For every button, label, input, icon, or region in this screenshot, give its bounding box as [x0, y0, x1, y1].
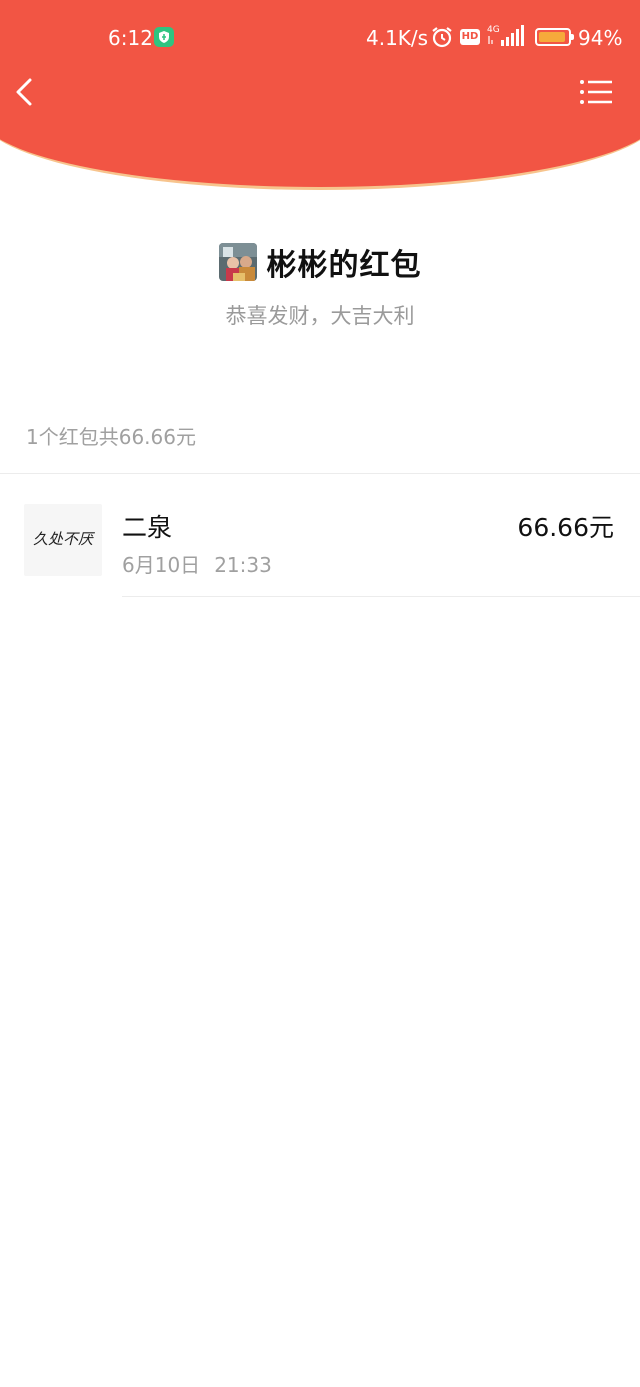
- list-menu-icon: [580, 80, 612, 104]
- back-button[interactable]: [8, 72, 48, 112]
- red-packet-summary: 1个红包共66.66元: [26, 425, 196, 449]
- menu-button[interactable]: [576, 72, 620, 112]
- signal-icon: 4G: [487, 24, 527, 53]
- battery-percent: 94%: [578, 26, 623, 50]
- receive-clock: 21:33: [214, 553, 272, 577]
- receive-date: 6月10日: [122, 553, 201, 577]
- network-speed: 4.1K/s: [366, 26, 429, 50]
- receive-time: 6月10日 21:33: [122, 549, 272, 578]
- red-packet-title: 彬彬的红包: [266, 248, 422, 283]
- receiver-record-row[interactable]: 久处不厌 二泉 6月10日 21:33 66.66元: [0, 474, 640, 598]
- battery-level: [539, 32, 566, 42]
- receiver-avatar-text: 久处不厌: [33, 530, 96, 548]
- sender-avatar[interactable]: [218, 243, 257, 281]
- record-divider: [122, 596, 640, 597]
- received-amount: 66.66元: [517, 513, 614, 542]
- sender-row: 彬彬的红包: [0, 240, 640, 284]
- receiver-avatar[interactable]: 久处不厌: [24, 504, 102, 576]
- network-type-label: 4G: [487, 25, 500, 35]
- alarm-icon: [430, 25, 454, 54]
- status-bar: 6:12 4.1K/s HD 4G 94%: [0, 0, 640, 74]
- red-packet-detail-screen: 6:12 4.1K/s HD 4G 94% 彬彬的红包 恭喜发财，大吉大利 1个…: [0, 0, 640, 1387]
- chevron-left-icon: [16, 78, 32, 106]
- receiver-name: 二泉: [122, 513, 173, 542]
- shield-icon: [154, 27, 174, 47]
- battery-icon: [535, 28, 574, 46]
- hd-icon: HD: [460, 29, 480, 45]
- blessing-message: 恭喜发财，大吉大利: [225, 304, 415, 328]
- status-time: 6:12: [108, 26, 153, 50]
